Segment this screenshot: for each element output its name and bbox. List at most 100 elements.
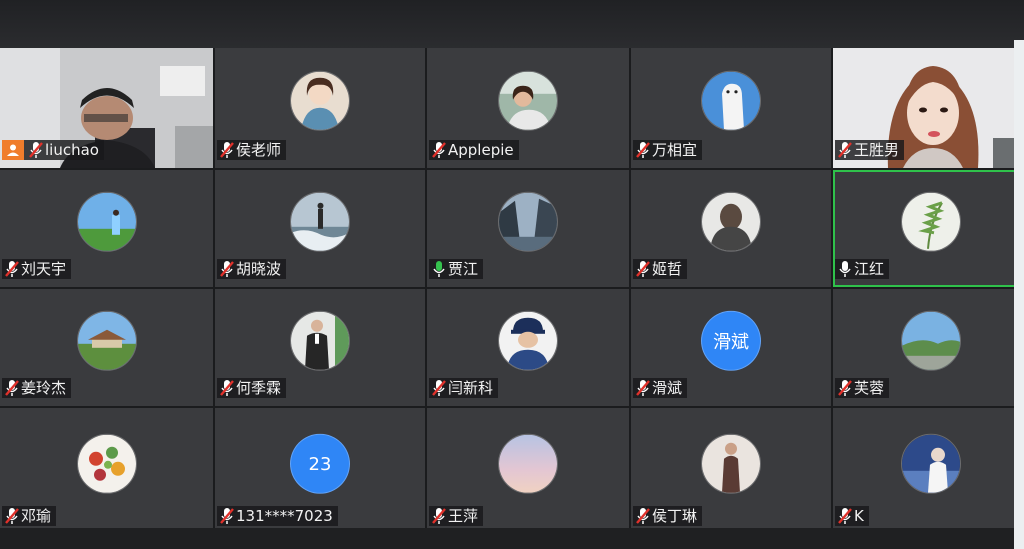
avatar xyxy=(498,191,558,252)
mic-muted-icon xyxy=(838,142,852,158)
mic-muted-icon xyxy=(29,142,43,158)
mic-on-icon xyxy=(839,261,851,277)
bottom-bar xyxy=(0,528,1024,549)
name-label: 何季霖 xyxy=(217,378,287,398)
mic-muted-icon xyxy=(220,261,234,277)
avatar-initials: 23 xyxy=(290,433,350,494)
avatar xyxy=(498,433,558,494)
name-label: 江红 xyxy=(835,259,890,279)
participant-name: liuchao xyxy=(45,141,99,159)
name-label: 芙蓉 xyxy=(835,378,890,398)
participant-name: 滑斌 xyxy=(652,379,683,397)
name-label: 王胜男 xyxy=(835,140,905,160)
participant-tile[interactable]: 侯老师 xyxy=(215,48,425,168)
name-label: 王萍 xyxy=(429,506,484,526)
name-label: 胡晓波 xyxy=(217,259,287,279)
mic-muted-icon xyxy=(5,261,19,277)
mic-muted-icon xyxy=(5,508,19,524)
mic-muted-icon xyxy=(636,508,650,524)
mic-muted-icon xyxy=(220,508,234,524)
avatar xyxy=(76,433,137,494)
participant-tile[interactable]: 万相宜 xyxy=(631,48,831,168)
name-label: 闫新科 xyxy=(429,378,499,398)
participant-name: 姜玲杰 xyxy=(21,379,67,397)
participant-tile[interactable]: 姜玲杰 xyxy=(0,289,213,406)
name-label: 姬哲 xyxy=(633,259,688,279)
participant-tile[interactable]: 何季霖 xyxy=(215,289,425,406)
name-label: 万相宜 xyxy=(633,140,703,160)
top-bar xyxy=(0,0,1024,48)
participant-name: 江红 xyxy=(854,260,885,278)
participant-name: Applepie xyxy=(448,141,514,159)
avatar xyxy=(701,70,761,131)
host-badge-icon xyxy=(2,140,24,160)
avatar xyxy=(290,191,350,252)
participant-tile[interactable]: 滑斌 滑斌 xyxy=(631,289,831,406)
participant-name: K xyxy=(854,507,864,525)
participant-name: 王胜男 xyxy=(854,141,900,159)
participant-tile[interactable]: liuchao xyxy=(0,48,213,168)
mic-muted-icon xyxy=(220,142,234,158)
participant-tile[interactable]: 刘天宇 xyxy=(0,170,213,287)
mic-muted-icon xyxy=(838,380,852,396)
avatar xyxy=(498,70,558,131)
participant-tile[interactable]: 姬哲 xyxy=(631,170,831,287)
name-label: 滑斌 xyxy=(633,378,688,398)
mic-muted-icon xyxy=(838,508,852,524)
mic-muted-icon xyxy=(432,380,446,396)
name-label: 邓瑜 xyxy=(2,506,57,526)
avatar xyxy=(701,191,761,252)
name-label: 刘天宇 xyxy=(2,259,72,279)
avatar xyxy=(900,433,961,494)
avatar xyxy=(290,310,350,371)
avatar xyxy=(76,310,137,371)
avatar xyxy=(498,310,558,371)
name-label: 姜玲杰 xyxy=(2,378,72,398)
participant-name: 胡晓波 xyxy=(236,260,282,278)
avatar xyxy=(900,310,961,371)
mic-muted-icon xyxy=(432,508,446,524)
avatar xyxy=(701,433,761,494)
participant-name: 王萍 xyxy=(448,507,479,525)
participant-tile[interactable]: 侯丁琳 xyxy=(631,408,831,534)
participant-tile-active-speaker[interactable]: 江红 xyxy=(833,170,1024,287)
name-label: 侯丁琳 xyxy=(633,506,703,526)
name-label: 贾江 xyxy=(429,259,484,279)
participant-name: 侯老师 xyxy=(236,141,282,159)
name-label: 侯老师 xyxy=(217,140,287,160)
participant-name: 侯丁琳 xyxy=(652,507,698,525)
participant-grid: liuchao 侯老师 Applepie 万相宜 王胜男 刘天宇 胡晓波 贾江 … xyxy=(0,48,1024,534)
name-label: liuchao xyxy=(2,140,104,160)
participant-name: 芙蓉 xyxy=(854,379,885,397)
participant-tile[interactable]: 闫新科 xyxy=(427,289,629,406)
participant-tile[interactable]: 邓瑜 xyxy=(0,408,213,534)
participant-tile[interactable]: Applepie xyxy=(427,48,629,168)
participant-tile[interactable]: 23 131****7023 xyxy=(215,408,425,534)
participant-name: 邓瑜 xyxy=(21,507,52,525)
participant-name: 何季霖 xyxy=(236,379,282,397)
name-label: Applepie xyxy=(429,140,519,160)
participant-tile[interactable]: 贾江 xyxy=(427,170,629,287)
avatar xyxy=(290,70,350,131)
name-label: K xyxy=(835,506,869,526)
mic-muted-icon xyxy=(220,380,234,396)
mic-muted-icon xyxy=(636,142,650,158)
screen-edge xyxy=(1014,40,1024,549)
mic-on-icon xyxy=(433,261,445,277)
participant-tile[interactable]: 芙蓉 xyxy=(833,289,1024,406)
participant-name: 万相宜 xyxy=(652,141,698,159)
avatar xyxy=(900,191,961,252)
mic-muted-icon xyxy=(636,261,650,277)
mic-muted-icon xyxy=(636,380,650,396)
participant-name: 姬哲 xyxy=(652,260,683,278)
mic-muted-icon xyxy=(5,380,19,396)
name-label: 131****7023 xyxy=(217,506,338,526)
participant-name: 131****7023 xyxy=(236,507,333,525)
participant-name: 闫新科 xyxy=(448,379,494,397)
participant-tile[interactable]: 胡晓波 xyxy=(215,170,425,287)
avatar-initials: 滑斌 xyxy=(701,310,761,371)
participant-tile[interactable]: 王萍 xyxy=(427,408,629,534)
participant-tile[interactable]: 王胜男 xyxy=(833,48,1024,168)
participant-tile[interactable]: K xyxy=(833,408,1024,534)
avatar xyxy=(76,191,137,252)
